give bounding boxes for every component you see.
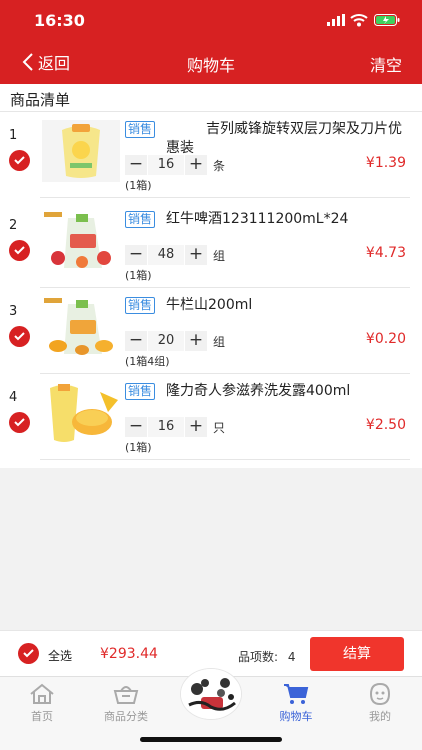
status-bar: 16:30	[0, 0, 422, 40]
item-unit: 只	[213, 421, 226, 435]
item-checkbox[interactable]	[9, 150, 30, 171]
check-icon	[14, 156, 25, 165]
quantity-input[interactable]: 20	[148, 331, 184, 351]
sale-tag: 销售	[125, 121, 156, 138]
checkout-button[interactable]: 结算	[310, 637, 404, 671]
item-name: 隆力奇人参滋养洗发露400ml	[166, 383, 351, 399]
tab-category[interactable]: 商品分类	[84, 677, 168, 727]
item-price: ¥0.20	[365, 331, 406, 347]
check-icon	[14, 246, 25, 255]
item-name: 吉列威锋旋转双层刀架及刀片优惠装	[166, 121, 402, 156]
page-title: 购物车	[186, 56, 235, 75]
item-pack: (1箱)	[125, 441, 152, 454]
cart-item[interactable]: 4 销售 隆力奇人参滋养洗发露400ml − 16 + 只 (1箱) ¥2.50	[0, 374, 422, 460]
item-count: 品项数: 4	[238, 648, 296, 665]
app-header: 16:30 返回 购物车 清空	[0, 0, 422, 84]
decrease-button[interactable]: −	[125, 417, 147, 437]
product-image[interactable]	[42, 210, 120, 272]
clear-button[interactable]: 清空	[370, 52, 402, 76]
home-icon	[30, 683, 54, 704]
status-time: 16:30	[34, 11, 85, 30]
tab-category-label: 商品分类	[104, 710, 148, 723]
cart-icon	[284, 684, 309, 704]
check-icon	[14, 332, 25, 341]
increase-button[interactable]: +	[185, 155, 207, 175]
item-checkbox[interactable]	[9, 326, 30, 347]
home-indicator	[140, 737, 282, 742]
signal-icon	[327, 14, 345, 26]
wifi-icon	[350, 14, 368, 27]
check-icon	[14, 418, 25, 427]
sale-tag: 销售	[125, 297, 156, 314]
center-logo-button[interactable]	[180, 668, 242, 720]
item-price: ¥1.39	[365, 155, 406, 171]
profile-icon	[369, 683, 391, 705]
increase-button[interactable]: +	[185, 331, 207, 351]
tab-home-label: 首页	[31, 710, 53, 723]
item-index: 3	[9, 304, 18, 319]
decrease-button[interactable]: −	[125, 245, 147, 265]
list-header-label: 商品清单	[10, 91, 71, 109]
item-name: 红牛啤酒123111200mL*24	[166, 211, 349, 227]
cart-item[interactable]: 1 销售 吉列威锋旋转双层刀架及刀片优惠装 − 16 + 条 (1箱) ¥1.3…	[0, 112, 422, 198]
tab-home[interactable]: 首页	[0, 677, 84, 727]
item-name: 牛栏山200ml	[166, 297, 253, 313]
item-unit: 组	[213, 249, 226, 263]
divider	[40, 459, 410, 460]
item-pack: (1箱4组)	[125, 355, 170, 368]
item-unit: 组	[213, 335, 226, 349]
item-price: ¥4.73	[365, 245, 406, 261]
tab-cart-label: 购物车	[279, 710, 313, 723]
tab-profile-label: 我的	[369, 710, 391, 723]
product-image[interactable]	[42, 120, 120, 182]
item-index: 2	[9, 218, 18, 233]
item-index: 1	[9, 128, 18, 143]
check-icon	[23, 649, 34, 658]
item-pack: (1箱)	[125, 179, 152, 192]
item-checkbox[interactable]	[9, 240, 30, 261]
quantity-input[interactable]: 48	[148, 245, 184, 265]
divider	[40, 197, 410, 198]
item-price: ¥2.50	[365, 417, 406, 433]
increase-button[interactable]: +	[185, 245, 207, 265]
sale-tag: 销售	[125, 211, 156, 228]
sale-tag: 销售	[125, 383, 156, 400]
item-pack: (1箱)	[125, 269, 152, 282]
product-image[interactable]	[42, 296, 120, 358]
item-count-label: 品项数:	[238, 650, 279, 664]
tab-cart[interactable]: 购物车	[254, 677, 338, 727]
brand-logo	[181, 669, 241, 719]
quantity-input[interactable]: 16	[148, 155, 184, 175]
item-index: 4	[9, 390, 18, 405]
item-count-value: 4	[287, 650, 296, 664]
decrease-button[interactable]: −	[125, 155, 147, 175]
basket-icon	[113, 686, 139, 704]
increase-button[interactable]: +	[185, 417, 207, 437]
list-header: 商品清单	[0, 84, 422, 112]
product-image[interactable]	[42, 382, 120, 444]
select-all-label[interactable]: 全选	[48, 647, 72, 664]
cart-item[interactable]: 2 销售 红牛啤酒123111200mL*24 − 48 + 组 (1箱) ¥4…	[0, 202, 422, 288]
cart-list: 1 销售 吉列威锋旋转双层刀架及刀片优惠装 − 16 + 条 (1箱) ¥1.3…	[0, 112, 422, 468]
item-checkbox[interactable]	[9, 412, 30, 433]
tab-profile[interactable]: 我的	[338, 677, 422, 727]
select-all-checkbox[interactable]	[18, 643, 39, 664]
battery-icon	[374, 14, 400, 26]
total-price: ¥293.44	[100, 646, 158, 662]
quantity-input[interactable]: 16	[148, 417, 184, 437]
item-unit: 条	[213, 159, 226, 173]
decrease-button[interactable]: −	[125, 331, 147, 351]
cart-item[interactable]: 3 销售 牛栏山200ml − 20 + 组 (1箱4组) ¥0.20	[0, 288, 422, 374]
